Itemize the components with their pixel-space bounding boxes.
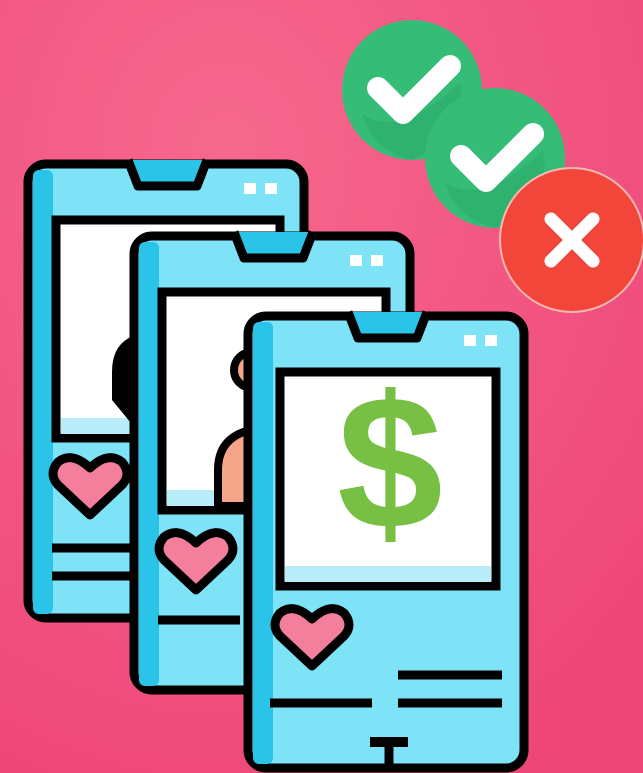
illustration: $ xyxy=(0,0,643,773)
phone-front: $ xyxy=(243,310,529,773)
x-badge xyxy=(499,167,643,313)
dollar-icon: $ xyxy=(337,357,443,569)
